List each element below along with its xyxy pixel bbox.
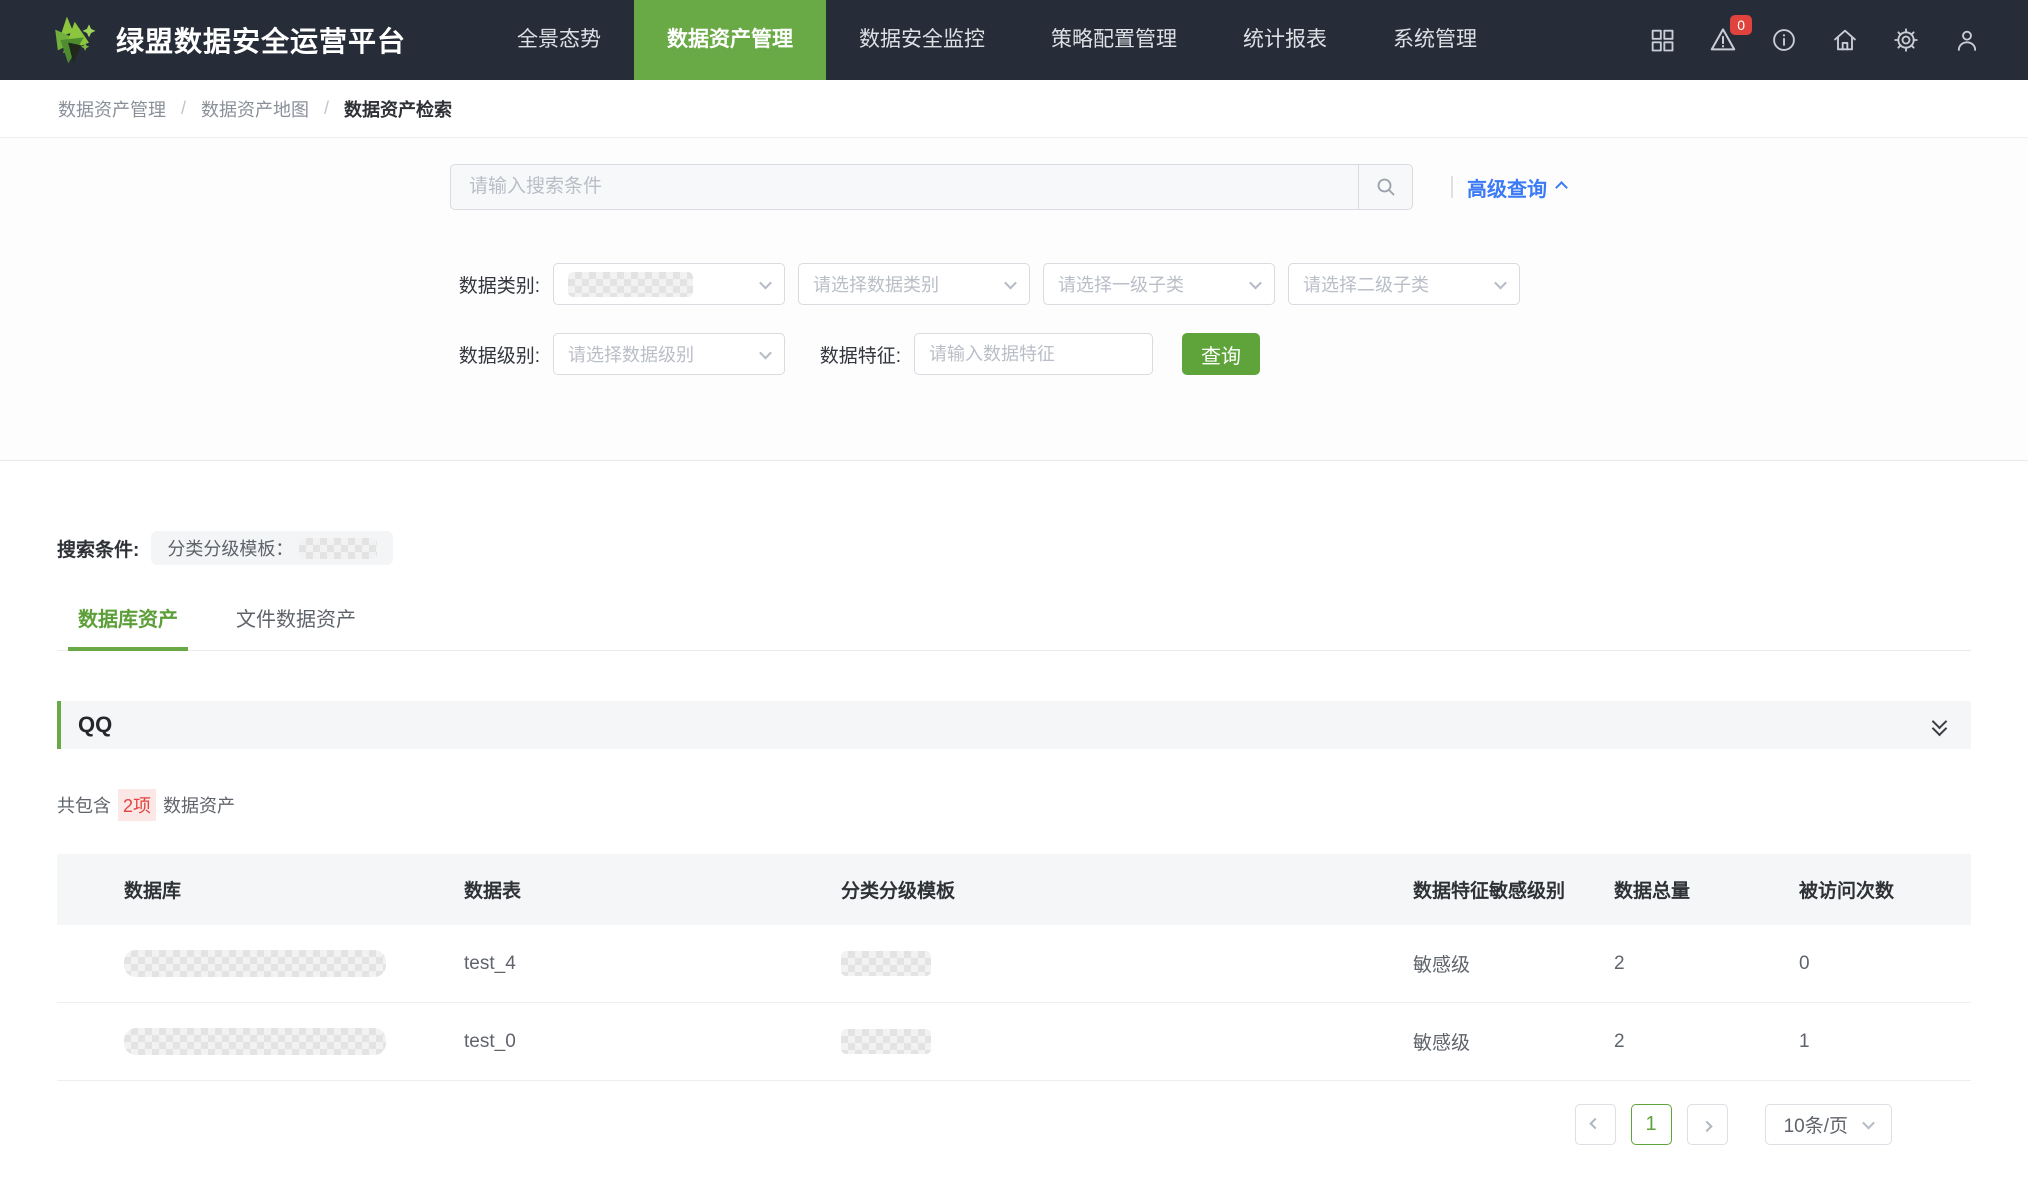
app-title: 绿盟数据安全运营平台: [116, 20, 406, 60]
col-header-visits: 被访问次数: [1799, 876, 1971, 903]
search-condition-row: 搜索条件: 分类分级模板：: [57, 531, 1971, 565]
chevron-down-icon: [1004, 276, 1017, 289]
cell-sensitivity: 敏感级: [1413, 950, 1614, 977]
chevron-down-icon: [1249, 276, 1262, 289]
cell-total: 2: [1614, 1031, 1799, 1053]
table-row[interactable]: test_4 敏感级 2 0: [57, 925, 1971, 1003]
user-icon[interactable]: [1952, 25, 1982, 55]
data-level-select[interactable]: 请选择数据级别: [553, 333, 785, 375]
chevron-down-icon: [759, 346, 772, 359]
chevron-left-icon: [1589, 1117, 1600, 1128]
nav-item-policy-configuration[interactable]: 策略配置管理: [1018, 0, 1210, 80]
cell-table-name: test_4: [464, 953, 841, 975]
chevron-up-icon: [1555, 181, 1568, 194]
next-page-button[interactable]: [1687, 1104, 1728, 1145]
page-number-button[interactable]: 1: [1631, 1104, 1672, 1145]
feature-label: 数据特征:: [813, 341, 901, 368]
level-label: 数据级别:: [450, 341, 540, 368]
settings-gear-icon[interactable]: [1891, 25, 1921, 55]
nav-item-data-asset-management[interactable]: 数据资产管理: [634, 0, 826, 80]
nav-item-overview[interactable]: 全景态势: [484, 0, 634, 80]
nav-item-system-management[interactable]: 系统管理: [1360, 0, 1510, 80]
cell-visits: 1: [1799, 1031, 1971, 1053]
table-row[interactable]: test_0 敏感级 2 1: [57, 1003, 1971, 1081]
data-feature-input[interactable]: [914, 333, 1153, 375]
breadcrumb-item-2[interactable]: 数据资产地图: [201, 96, 309, 122]
redacted-selected-value: [568, 272, 693, 297]
apps-grid-icon[interactable]: [1647, 25, 1677, 55]
asset-count-line: 共包含 2项 数据资产: [57, 789, 1971, 821]
redacted-database-name: [124, 1028, 386, 1055]
alarm-warning-icon[interactable]: 0: [1708, 25, 1738, 55]
search-panel: 高级查询 数据类别: 请选择数据类别 请选择一级子类 请选择二级子类 数据级别:…: [0, 138, 2028, 461]
col-header-sensitivity: 数据特征敏感级别: [1413, 876, 1614, 903]
breadcrumb-item-current: 数据资产检索: [344, 96, 452, 122]
cell-total: 2: [1614, 953, 1799, 975]
info-icon[interactable]: [1769, 25, 1799, 55]
cell-table-name: test_0: [464, 1031, 841, 1053]
topbar: 绿盟数据安全运营平台 全景态势 数据资产管理 数据安全监控 策略配置管理 统计报…: [0, 0, 2028, 80]
col-header-total: 数据总量: [1614, 876, 1799, 903]
chevron-down-icon: [1494, 276, 1507, 289]
pagination: 1 10条/页: [57, 1104, 1892, 1145]
advanced-query-link[interactable]: 高级查询: [1467, 173, 1566, 202]
redacted-template-name: [299, 538, 377, 559]
redacted-template-name: [841, 951, 931, 976]
breadcrumb-item-1[interactable]: 数据资产管理: [58, 96, 166, 122]
results-section: 搜索条件: 分类分级模板： 数据库资产 文件数据资产 QQ 共包含 2项 数据资…: [0, 531, 2028, 1145]
chevron-down-icon: [1862, 1117, 1875, 1130]
breadcrumb: 数据资产管理 / 数据资产地图 / 数据资产检索: [0, 80, 2028, 138]
category-label: 数据类别:: [450, 271, 540, 298]
redacted-template-name: [841, 1029, 931, 1054]
collapse-double-chevron-icon[interactable]: [1934, 716, 1945, 734]
table-header-row: 数据库 数据表 分类分级模板 数据特征敏感级别 数据总量 被访问次数: [57, 854, 1971, 925]
page-size-select[interactable]: 10条/页: [1765, 1104, 1892, 1145]
brand: 绿盟数据安全运营平台: [50, 14, 406, 66]
divider: [1451, 176, 1453, 198]
query-button[interactable]: 查询: [1182, 333, 1260, 375]
condition-tag: 分类分级模板：: [151, 531, 393, 565]
search-submit-button[interactable]: [1358, 165, 1412, 209]
nav-item-statistics-report[interactable]: 统计报表: [1210, 0, 1360, 80]
cell-sensitivity: 敏感级: [1413, 1028, 1614, 1055]
subclass-level2-select[interactable]: 请选择二级子类: [1288, 263, 1520, 305]
topbar-icons: 0: [1647, 25, 1982, 55]
nsfocus-logo-icon: [50, 14, 102, 66]
assets-table: 数据库 数据表 分类分级模板 数据特征敏感级别 数据总量 被访问次数 test_…: [57, 854, 1971, 1081]
category-select[interactable]: 请选择数据类别: [798, 263, 1030, 305]
asset-type-tabs: 数据库资产 文件数据资产: [57, 603, 1971, 651]
category-template-select[interactable]: [553, 263, 785, 305]
asset-count-badge: 2项: [118, 789, 156, 821]
keyword-search-box: [450, 164, 1413, 210]
subclass-level1-select[interactable]: 请选择一级子类: [1043, 263, 1275, 305]
alarm-count-badge: 0: [1730, 15, 1752, 35]
home-icon[interactable]: [1830, 25, 1860, 55]
col-header-template: 分类分级模板: [841, 876, 1413, 903]
prev-page-button[interactable]: [1575, 1104, 1616, 1145]
search-icon: [1374, 175, 1398, 199]
tab-database-assets[interactable]: 数据库资产: [78, 603, 178, 650]
col-header-database: 数据库: [57, 876, 464, 903]
asset-group-header[interactable]: QQ: [57, 701, 1971, 749]
breadcrumb-separator: /: [324, 98, 329, 119]
tab-file-assets[interactable]: 文件数据资产: [236, 603, 356, 650]
breadcrumb-separator: /: [181, 98, 186, 119]
search-condition-label: 搜索条件:: [57, 535, 139, 562]
main-nav: 全景态势 数据资产管理 数据安全监控 策略配置管理 统计报表 系统管理: [484, 0, 1510, 80]
chevron-down-icon: [759, 276, 772, 289]
nav-item-data-security-monitoring[interactable]: 数据安全监控: [826, 0, 1018, 80]
asset-group-title: QQ: [78, 712, 112, 738]
chevron-right-icon: [1701, 1120, 1712, 1131]
cell-visits: 0: [1799, 953, 1971, 975]
keyword-search-input[interactable]: [451, 165, 1358, 209]
col-header-table: 数据表: [464, 876, 841, 903]
redacted-database-name: [124, 950, 386, 977]
